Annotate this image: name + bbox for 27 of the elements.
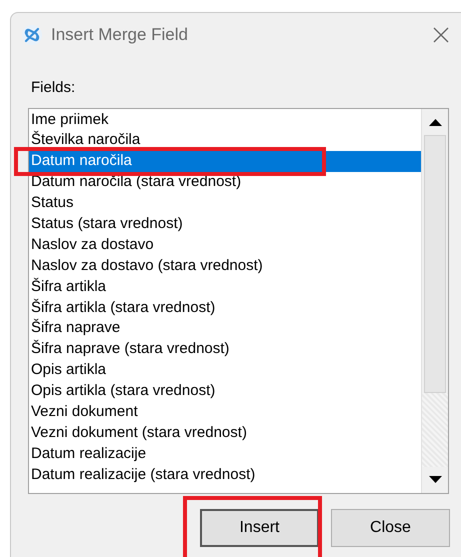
list-item[interactable]: Status (stara vrednost) bbox=[29, 214, 421, 235]
list-item[interactable]: Datum realizacije (stara vrednost) bbox=[29, 464, 421, 486]
fields-list[interactable] bbox=[28, 108, 449, 494]
list-item[interactable]: Ime priimek bbox=[29, 110, 421, 130]
dialog-button[interactable]: Insert bbox=[200, 508, 319, 546]
list-item[interactable]: Datum realizacije bbox=[29, 444, 421, 465]
close-icon[interactable] bbox=[433, 27, 449, 43]
list-item[interactable]: Vezni dokument (stara vrednost) bbox=[29, 422, 421, 444]
list-item[interactable]: Naslov za dostavo bbox=[29, 234, 421, 256]
list-item[interactable]: Šifra artikla (stara vrednost) bbox=[29, 298, 421, 318]
scroll-thumb[interactable] bbox=[424, 134, 446, 392]
app-logo-icon bbox=[21, 24, 43, 46]
list-item[interactable]: Naslov za dostavo (stara vrednost) bbox=[29, 256, 421, 277]
window-title: Insert Merge Field bbox=[51, 24, 189, 46]
list-item[interactable]: Šifra naprave bbox=[29, 318, 421, 340]
fields-label: Fields: bbox=[31, 78, 76, 98]
list-item[interactable]: Status bbox=[29, 193, 421, 214]
list-item[interactable]: Opis artikla (stara vrednost) bbox=[29, 381, 421, 402]
dialog-button[interactable]: Close bbox=[331, 508, 450, 546]
list-item[interactable]: Številka naročila bbox=[29, 130, 421, 152]
list-item[interactable]: Šifra naprave (stara vrednost) bbox=[29, 339, 421, 360]
list-item[interactable]: Šifra artikla bbox=[29, 276, 421, 298]
list-item[interactable]: Datum naročila (stara vrednost) bbox=[29, 172, 421, 194]
scrollbar[interactable] bbox=[421, 108, 448, 492]
list-item[interactable]: Datum naročila bbox=[29, 151, 421, 172]
list-item[interactable]: Vezni dokument bbox=[29, 402, 421, 423]
list-item[interactable]: Opis artikla bbox=[29, 360, 421, 382]
